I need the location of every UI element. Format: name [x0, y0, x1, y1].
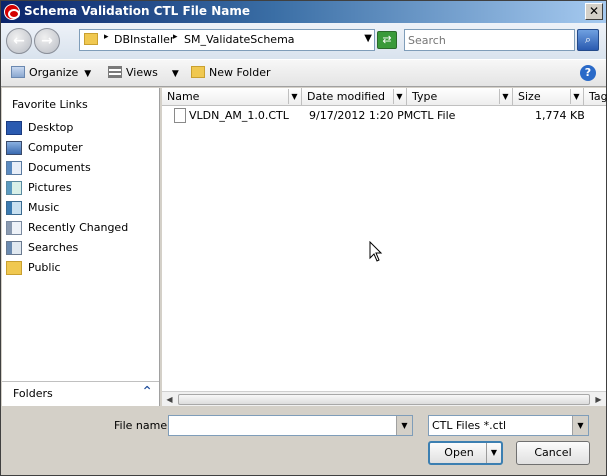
open-button-label: Open [444, 446, 474, 459]
favorite-links-header: Favorite Links [12, 98, 88, 111]
open-button[interactable]: Open ▼ [428, 441, 503, 465]
scroll-right-icon[interactable]: ▶ [591, 392, 606, 407]
back-button[interactable]: ← [6, 28, 32, 54]
new-folder-label: New Folder [209, 66, 271, 79]
scrollbar-thumb[interactable] [178, 394, 590, 405]
column-header-label: Tag [589, 90, 607, 103]
sidebar-item-label: Pictures [28, 181, 72, 194]
sidebar-item-searches[interactable]: Searches [5, 239, 155, 257]
file-list-pane: Name ▼ Date modified ▼ Type ▼ Size ▼ Tag… [162, 88, 607, 406]
new-folder-button[interactable]: New Folder [191, 66, 270, 79]
sidebar-item-label: Searches [28, 241, 79, 254]
chevron-down-icon: ▼ [84, 69, 92, 79]
sidebar-item-pictures[interactable]: Pictures [5, 179, 155, 197]
search-box[interactable] [404, 29, 575, 51]
desktop-icon [6, 121, 22, 135]
chevron-down-icon[interactable]: ▼ [499, 89, 511, 104]
search-button[interactable]: ⌕ [577, 29, 599, 51]
toolbar: Organize ▼ Views ▼ New Folder ? [1, 59, 606, 87]
organize-label: Organize [29, 66, 79, 79]
chevron-down-icon: ▼ [171, 69, 179, 79]
help-icon[interactable]: ? [580, 65, 596, 81]
chevron-down-icon[interactable]: ▼ [572, 416, 588, 435]
views-icon [108, 66, 122, 78]
file-row[interactable]: VLDN_AM_1.0.CTL 9/17/2012 1:20 PM CTL Fi… [162, 106, 592, 124]
breadcrumb-arrow-icon[interactable]: ▸ [104, 32, 109, 42]
column-header-label: Date modified [307, 90, 385, 103]
new-folder-icon [191, 66, 205, 78]
oracle-app-icon [4, 4, 20, 20]
close-button[interactable]: ✕ [585, 3, 603, 20]
open-split-dropdown-icon[interactable]: ▼ [486, 443, 501, 463]
column-header-type[interactable]: Type ▼ [407, 88, 513, 106]
searches-icon [6, 241, 22, 255]
sidebar-item-computer[interactable]: Computer [5, 139, 155, 157]
views-menu[interactable]: Views ▼ [108, 66, 179, 79]
file-name-input[interactable] [171, 417, 391, 434]
recently-changed-icon [6, 221, 22, 235]
sidebar-item-public[interactable]: Public [5, 259, 155, 277]
computer-icon [6, 141, 22, 155]
file-name: VLDN_AM_1.0.CTL [189, 109, 289, 122]
chevron-down-icon[interactable]: ▼ [396, 416, 412, 435]
folder-icon [84, 33, 98, 45]
search-input[interactable] [405, 30, 574, 50]
public-folder-icon [6, 261, 22, 275]
breadcrumb-dbinstaller[interactable]: DBInstaller [114, 33, 174, 46]
sidebar-item-recently-changed[interactable]: Recently Changed [5, 219, 155, 237]
folders-label: Folders [13, 387, 53, 400]
documents-icon [6, 161, 22, 175]
sidebar-item-label: Computer [28, 141, 83, 154]
organize-menu[interactable]: Organize ▼ [11, 66, 91, 79]
chevron-up-icon[interactable]: ⌃ [141, 384, 153, 400]
column-header-size[interactable]: Size ▼ [513, 88, 584, 106]
file-date-modified: 9/17/2012 1:20 PM [309, 109, 414, 122]
sidebar-item-documents[interactable]: Documents [5, 159, 155, 177]
music-icon [6, 201, 22, 215]
views-label: Views [126, 66, 158, 79]
sidebar-item-label: Recently Changed [28, 221, 129, 234]
chevron-down-icon[interactable]: ▼ [288, 89, 300, 104]
sidebar-item-label: Desktop [28, 121, 74, 134]
window-title: Schema Validation CTL File Name [24, 4, 251, 18]
sidebar-item-music[interactable]: Music [5, 199, 155, 217]
column-header-tags[interactable]: Tag [584, 88, 607, 106]
file-icon [174, 108, 186, 123]
breadcrumb-arrow-icon[interactable]: ▸ [173, 32, 178, 42]
address-dropdown-icon[interactable]: ▼ [364, 33, 372, 44]
file-name-combobox[interactable]: ▼ [168, 415, 413, 436]
column-header-label: Type [412, 90, 438, 103]
organize-icon [11, 66, 25, 78]
file-name-label: File name: [114, 419, 171, 432]
file-type: CTL File [413, 109, 456, 122]
file-dialog-window: Schema Validation CTL File Name ✕ ← → ▸ … [0, 0, 607, 476]
file-type-value: CTL Files *.ctl [432, 419, 507, 432]
horizontal-scrollbar[interactable]: ◀ ▶ [162, 391, 606, 406]
mouse-cursor-icon [369, 241, 383, 262]
address-box[interactable]: ▸ DBInstaller ▸ SM_ValidateSchema ▼ [79, 29, 375, 51]
sidebar-item-label: Documents [28, 161, 91, 174]
scroll-left-icon[interactable]: ◀ [162, 392, 177, 407]
sidebar-item-label: Public [28, 261, 61, 274]
column-header-label: Name [167, 90, 200, 103]
breadcrumb-sm-validateschema[interactable]: SM_ValidateSchema [184, 33, 295, 46]
column-header-date-modified[interactable]: Date modified ▼ [302, 88, 407, 106]
forward-button[interactable]: → [34, 28, 60, 54]
column-header-name[interactable]: Name ▼ [162, 88, 302, 106]
sidebar-item-label: Music [28, 201, 60, 214]
sidebar-item-desktop[interactable]: Desktop [5, 119, 155, 137]
column-header-label: Size [518, 90, 541, 103]
file-type-select[interactable]: CTL Files *.ctl ▼ [428, 415, 589, 436]
navigation-pane: Favorite Links Desktop Computer Document… [2, 88, 160, 406]
cancel-button[interactable]: Cancel [516, 441, 590, 465]
chevron-down-icon[interactable]: ▼ [393, 89, 405, 104]
folders-toggle[interactable]: Folders ⌃ [2, 381, 159, 405]
refresh-button[interactable]: ⇄ [377, 31, 397, 49]
chevron-down-icon[interactable]: ▼ [570, 89, 582, 104]
file-size: 1,774 KB [535, 109, 585, 122]
pictures-icon [6, 181, 22, 195]
title-bar: Schema Validation CTL File Name ✕ [1, 1, 606, 23]
address-bar-row: ← → ▸ DBInstaller ▸ SM_ValidateSchema ▼ … [1, 23, 606, 59]
